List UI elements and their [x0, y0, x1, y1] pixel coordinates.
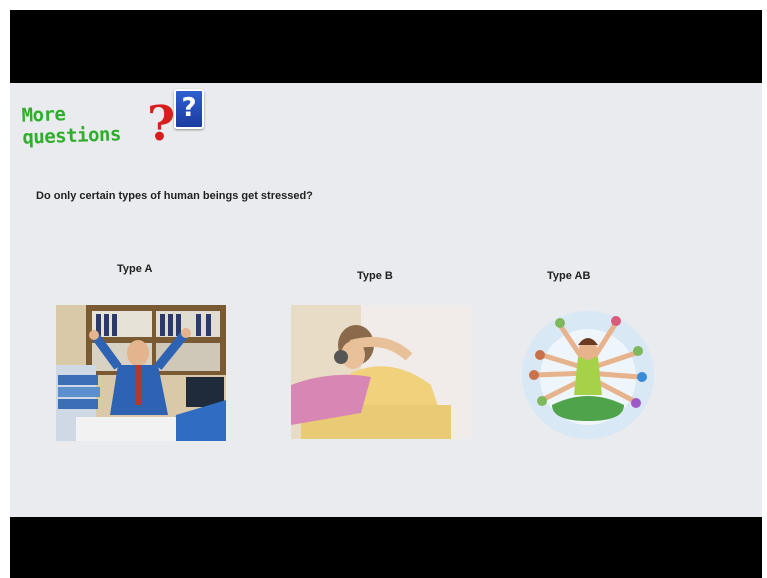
slide-title: More questions — [21, 101, 122, 149]
type-b-label: Type B — [357, 270, 393, 282]
type-b-image — [291, 305, 472, 439]
type-ab-label: Type AB — [547, 270, 591, 282]
type-a-label: Type A — [117, 263, 153, 275]
type-a-image — [56, 305, 226, 441]
slide-question: Do only certain types of human beings ge… — [36, 190, 313, 202]
red-question-mark-icon: ? — [147, 96, 176, 152]
slide: More questions ? ? Do only certain types… — [10, 83, 762, 517]
type-ab-image — [516, 305, 660, 441]
title-line-2: questions — [22, 123, 122, 149]
blue-question-box-icon: ? — [174, 89, 204, 129]
